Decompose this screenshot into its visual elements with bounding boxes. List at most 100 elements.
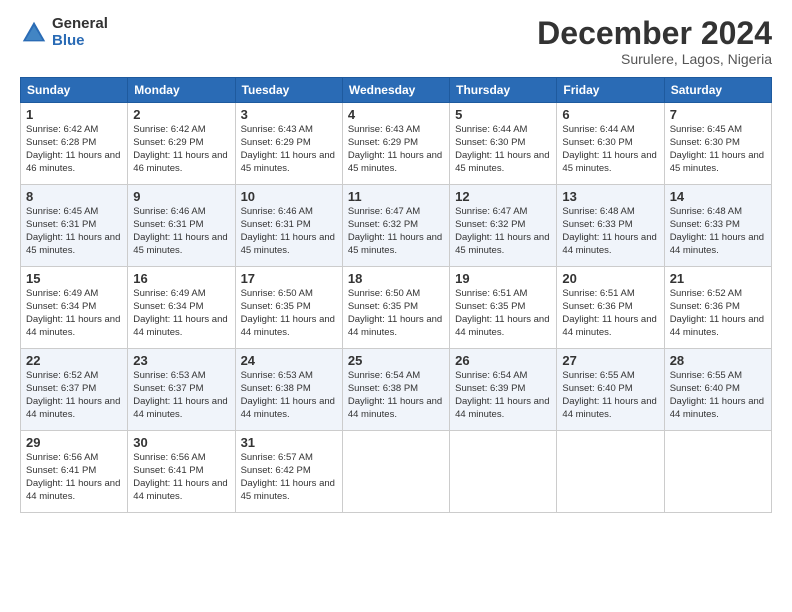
day-info: Sunrise: 6:45 AM Sunset: 6:31 PM Dayligh… (26, 206, 122, 257)
day-number: 8 (26, 189, 122, 204)
title-month: December 2024 (537, 16, 772, 51)
table-row: 16 Sunrise: 6:49 AM Sunset: 6:34 PM Dayl… (128, 267, 235, 349)
day-info: Sunrise: 6:43 AM Sunset: 6:29 PM Dayligh… (241, 124, 337, 175)
header-saturday: Saturday (664, 78, 771, 103)
day-number: 23 (133, 353, 229, 368)
day-number: 7 (670, 107, 766, 122)
day-number: 31 (241, 435, 337, 450)
day-info: Sunrise: 6:50 AM Sunset: 6:35 PM Dayligh… (348, 288, 444, 339)
day-info: Sunrise: 6:54 AM Sunset: 6:38 PM Dayligh… (348, 370, 444, 421)
table-row: 4 Sunrise: 6:43 AM Sunset: 6:29 PM Dayli… (342, 103, 449, 185)
table-row: 31 Sunrise: 6:57 AM Sunset: 6:42 PM Dayl… (235, 431, 342, 513)
day-info: Sunrise: 6:48 AM Sunset: 6:33 PM Dayligh… (562, 206, 658, 257)
table-row (664, 431, 771, 513)
day-info: Sunrise: 6:51 AM Sunset: 6:35 PM Dayligh… (455, 288, 551, 339)
table-row: 20 Sunrise: 6:51 AM Sunset: 6:36 PM Dayl… (557, 267, 664, 349)
calendar-week-row: 8 Sunrise: 6:45 AM Sunset: 6:31 PM Dayli… (21, 185, 772, 267)
logo-blue: Blue (52, 33, 108, 50)
day-number: 25 (348, 353, 444, 368)
table-row: 11 Sunrise: 6:47 AM Sunset: 6:32 PM Dayl… (342, 185, 449, 267)
day-number: 4 (348, 107, 444, 122)
day-info: Sunrise: 6:52 AM Sunset: 6:37 PM Dayligh… (26, 370, 122, 421)
table-row: 7 Sunrise: 6:45 AM Sunset: 6:30 PM Dayli… (664, 103, 771, 185)
logo: General Blue (20, 16, 108, 49)
day-info: Sunrise: 6:44 AM Sunset: 6:30 PM Dayligh… (562, 124, 658, 175)
calendar-week-row: 1 Sunrise: 6:42 AM Sunset: 6:28 PM Dayli… (21, 103, 772, 185)
table-row: 25 Sunrise: 6:54 AM Sunset: 6:38 PM Dayl… (342, 349, 449, 431)
header: General Blue December 2024 Surulere, Lag… (20, 16, 772, 67)
day-info: Sunrise: 6:47 AM Sunset: 6:32 PM Dayligh… (455, 206, 551, 257)
day-number: 13 (562, 189, 658, 204)
table-row: 29 Sunrise: 6:56 AM Sunset: 6:41 PM Dayl… (21, 431, 128, 513)
day-number: 11 (348, 189, 444, 204)
day-info: Sunrise: 6:46 AM Sunset: 6:31 PM Dayligh… (241, 206, 337, 257)
table-row: 8 Sunrise: 6:45 AM Sunset: 6:31 PM Dayli… (21, 185, 128, 267)
day-info: Sunrise: 6:55 AM Sunset: 6:40 PM Dayligh… (670, 370, 766, 421)
day-number: 9 (133, 189, 229, 204)
table-row: 13 Sunrise: 6:48 AM Sunset: 6:33 PM Dayl… (557, 185, 664, 267)
table-row: 17 Sunrise: 6:50 AM Sunset: 6:35 PM Dayl… (235, 267, 342, 349)
day-info: Sunrise: 6:53 AM Sunset: 6:38 PM Dayligh… (241, 370, 337, 421)
table-row: 2 Sunrise: 6:42 AM Sunset: 6:29 PM Dayli… (128, 103, 235, 185)
day-number: 17 (241, 271, 337, 286)
day-info: Sunrise: 6:53 AM Sunset: 6:37 PM Dayligh… (133, 370, 229, 421)
day-number: 24 (241, 353, 337, 368)
day-info: Sunrise: 6:50 AM Sunset: 6:35 PM Dayligh… (241, 288, 337, 339)
day-info: Sunrise: 6:56 AM Sunset: 6:41 PM Dayligh… (26, 452, 122, 503)
table-row: 1 Sunrise: 6:42 AM Sunset: 6:28 PM Dayli… (21, 103, 128, 185)
day-number: 20 (562, 271, 658, 286)
calendar-week-row: 15 Sunrise: 6:49 AM Sunset: 6:34 PM Dayl… (21, 267, 772, 349)
day-number: 12 (455, 189, 551, 204)
day-info: Sunrise: 6:42 AM Sunset: 6:29 PM Dayligh… (133, 124, 229, 175)
day-info: Sunrise: 6:54 AM Sunset: 6:39 PM Dayligh… (455, 370, 551, 421)
day-number: 21 (670, 271, 766, 286)
day-number: 29 (26, 435, 122, 450)
header-friday: Friday (557, 78, 664, 103)
table-row: 14 Sunrise: 6:48 AM Sunset: 6:33 PM Dayl… (664, 185, 771, 267)
table-row: 18 Sunrise: 6:50 AM Sunset: 6:35 PM Dayl… (342, 267, 449, 349)
table-row: 28 Sunrise: 6:55 AM Sunset: 6:40 PM Dayl… (664, 349, 771, 431)
title-location: Surulere, Lagos, Nigeria (537, 51, 772, 67)
table-row: 6 Sunrise: 6:44 AM Sunset: 6:30 PM Dayli… (557, 103, 664, 185)
day-info: Sunrise: 6:47 AM Sunset: 6:32 PM Dayligh… (348, 206, 444, 257)
table-row: 9 Sunrise: 6:46 AM Sunset: 6:31 PM Dayli… (128, 185, 235, 267)
table-row: 26 Sunrise: 6:54 AM Sunset: 6:39 PM Dayl… (450, 349, 557, 431)
day-info: Sunrise: 6:46 AM Sunset: 6:31 PM Dayligh… (133, 206, 229, 257)
day-info: Sunrise: 6:49 AM Sunset: 6:34 PM Dayligh… (133, 288, 229, 339)
table-row: 21 Sunrise: 6:52 AM Sunset: 6:36 PM Dayl… (664, 267, 771, 349)
table-row: 22 Sunrise: 6:52 AM Sunset: 6:37 PM Dayl… (21, 349, 128, 431)
day-number: 5 (455, 107, 551, 122)
day-number: 10 (241, 189, 337, 204)
table-row: 30 Sunrise: 6:56 AM Sunset: 6:41 PM Dayl… (128, 431, 235, 513)
day-number: 15 (26, 271, 122, 286)
table-row (557, 431, 664, 513)
days-header-row: Sunday Monday Tuesday Wednesday Thursday… (21, 78, 772, 103)
table-row: 23 Sunrise: 6:53 AM Sunset: 6:37 PM Dayl… (128, 349, 235, 431)
day-info: Sunrise: 6:51 AM Sunset: 6:36 PM Dayligh… (562, 288, 658, 339)
day-number: 22 (26, 353, 122, 368)
generalblue-icon (20, 19, 48, 47)
title-block: December 2024 Surulere, Lagos, Nigeria (537, 16, 772, 67)
day-number: 26 (455, 353, 551, 368)
day-info: Sunrise: 6:45 AM Sunset: 6:30 PM Dayligh… (670, 124, 766, 175)
day-number: 16 (133, 271, 229, 286)
day-number: 30 (133, 435, 229, 450)
header-wednesday: Wednesday (342, 78, 449, 103)
day-number: 18 (348, 271, 444, 286)
day-info: Sunrise: 6:48 AM Sunset: 6:33 PM Dayligh… (670, 206, 766, 257)
day-number: 2 (133, 107, 229, 122)
header-monday: Monday (128, 78, 235, 103)
calendar-week-row: 22 Sunrise: 6:52 AM Sunset: 6:37 PM Dayl… (21, 349, 772, 431)
table-row: 27 Sunrise: 6:55 AM Sunset: 6:40 PM Dayl… (557, 349, 664, 431)
day-info: Sunrise: 6:55 AM Sunset: 6:40 PM Dayligh… (562, 370, 658, 421)
page: General Blue December 2024 Surulere, Lag… (0, 0, 792, 612)
day-info: Sunrise: 6:56 AM Sunset: 6:41 PM Dayligh… (133, 452, 229, 503)
day-number: 27 (562, 353, 658, 368)
calendar-table: Sunday Monday Tuesday Wednesday Thursday… (20, 77, 772, 513)
header-sunday: Sunday (21, 78, 128, 103)
day-number: 6 (562, 107, 658, 122)
table-row: 15 Sunrise: 6:49 AM Sunset: 6:34 PM Dayl… (21, 267, 128, 349)
logo-text: General Blue (52, 16, 108, 49)
day-number: 19 (455, 271, 551, 286)
table-row (450, 431, 557, 513)
